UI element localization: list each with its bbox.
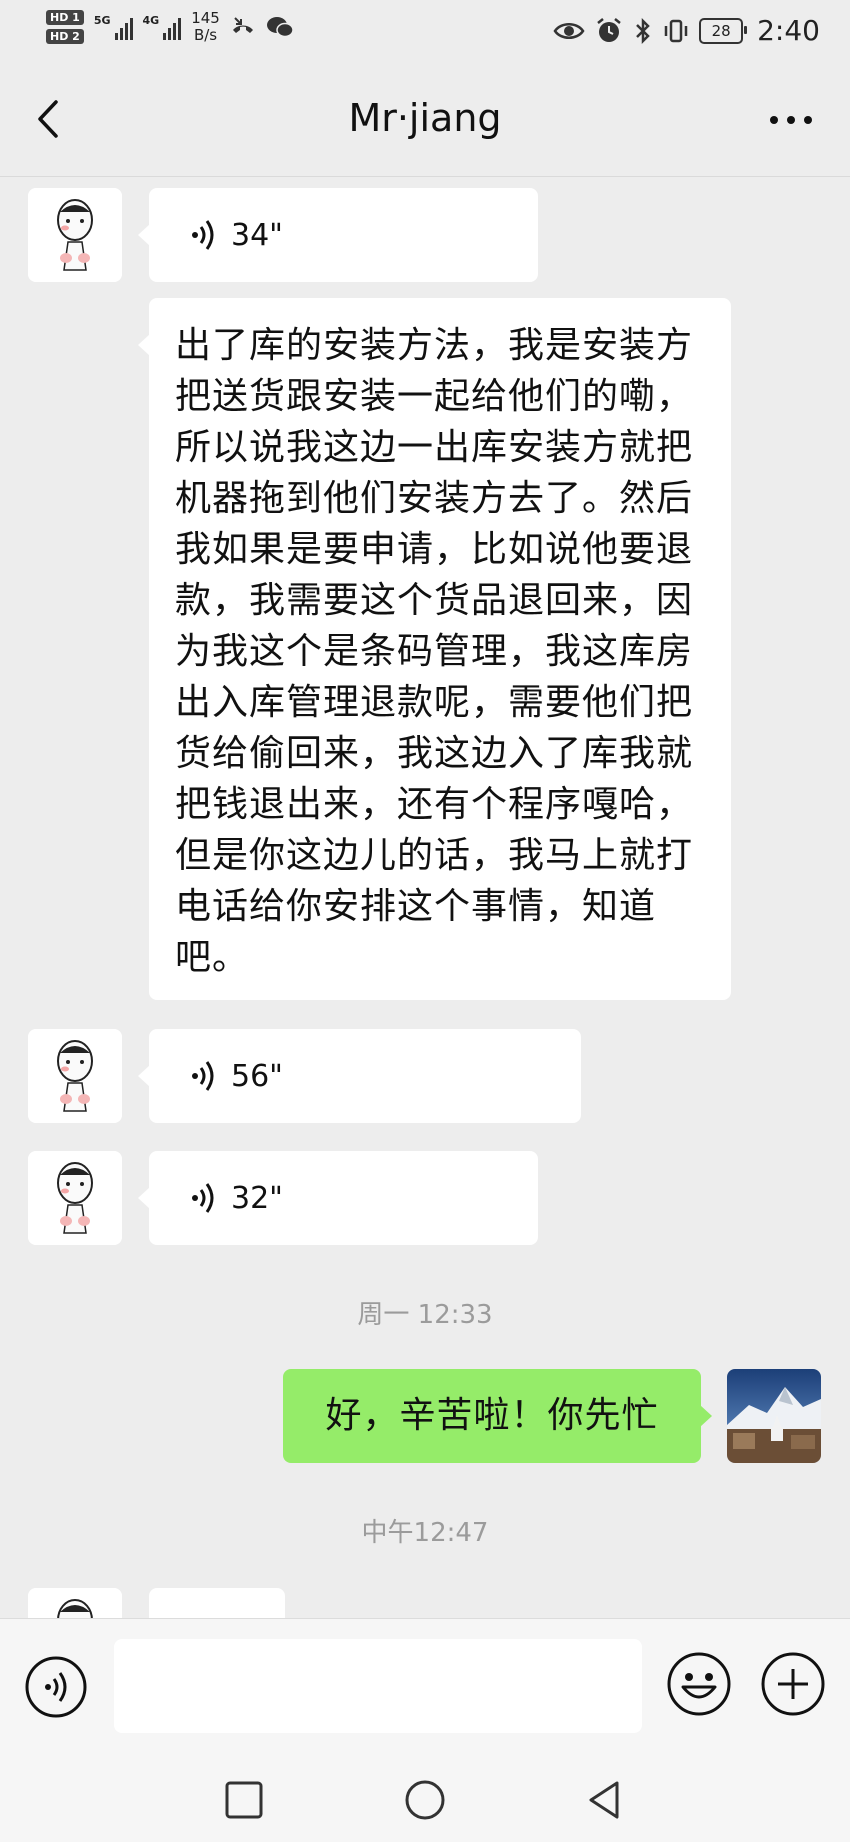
status-left: HD 1 HD 2 5G 4G 145 B/s [46, 10, 294, 44]
voice-wave-icon [192, 1061, 214, 1091]
missed-call-icon [232, 17, 253, 33]
chat-title: Mr·jiang [348, 96, 502, 140]
more-options-button[interactable] [766, 100, 816, 140]
voice-message-bubble[interactable]: 56" [138, 1029, 581, 1123]
message-timestamp: 周一 12:33 [357, 1300, 493, 1330]
input-bar [0, 1618, 850, 1759]
battery-level: 28 [711, 21, 731, 40]
voice-duration: 32" [231, 1180, 283, 1216]
status-right: 28 2:40 [553, 14, 820, 47]
outgoing-message-bubble[interactable]: 好，辛苦啦！你先忙 [283, 1369, 712, 1463]
speed-value: 145 [191, 9, 220, 27]
recents-button[interactable] [222, 1778, 266, 1822]
bluetooth-icon [636, 17, 650, 44]
voice-wave-icon [192, 220, 214, 250]
voice-duration: 56" [231, 1058, 283, 1094]
text-message-bubble[interactable]: 出了库的安装方法，我是安装方把送货跟安装一起给他们的嘞，所以说我这边一出库安装方… [138, 298, 731, 1000]
emoji-button[interactable] [666, 1651, 732, 1717]
battery-indicator: 28 [699, 17, 748, 44]
network-speed: 145 B/s [191, 10, 220, 44]
voice-input-button[interactable] [24, 1655, 88, 1719]
avatar-cartoon-image [28, 1151, 122, 1245]
vibrate-icon [664, 19, 688, 42]
voice-wave-icon [192, 1183, 214, 1213]
message-timestamp: 中午12:47 [361, 1518, 489, 1548]
hd2-badge: HD 2 [46, 29, 84, 44]
avatar-cartoon-image [28, 188, 122, 282]
home-button[interactable] [403, 1778, 447, 1822]
status-bar: HD 1 HD 2 5G 4G 145 B/s 28 2:40 [0, 0, 850, 64]
status-time: 2:40 [757, 14, 820, 47]
wechat-notification-icon [266, 17, 294, 38]
contact-avatar[interactable] [28, 1029, 122, 1123]
voice-duration: 34" [231, 217, 283, 253]
sim1-label: 5G [93, 14, 111, 27]
alarm-icon [597, 17, 621, 42]
message-text: 好，辛苦啦！你先忙 [325, 1395, 659, 1436]
hd-indicators: HD 1 HD 2 [46, 10, 84, 44]
signal-sim1-icon: 5G [94, 14, 133, 40]
contact-avatar[interactable] [28, 1151, 122, 1245]
speed-unit: B/s [193, 26, 218, 44]
message-text: 出了库的安装方法，我是安装方把送货跟安装一起给他们的嘞，所以说我这边一出库安装方… [175, 325, 694, 978]
self-avatar[interactable] [727, 1369, 821, 1463]
voice-message-bubble[interactable]: 32" [138, 1151, 538, 1245]
voice-message-bubble[interactable]: 34" [138, 188, 538, 282]
message-input[interactable] [114, 1639, 642, 1733]
eye-comfort-icon [553, 22, 585, 39]
avatar-mountain-image [727, 1369, 821, 1463]
signal-sim2-icon: 4G [143, 14, 182, 40]
system-navigation-bar [0, 1758, 850, 1842]
avatar-cartoon-image [28, 1029, 122, 1123]
contact-avatar[interactable] [28, 188, 122, 282]
system-back-button[interactable] [583, 1778, 627, 1822]
hd1-badge: HD 1 [46, 10, 84, 25]
more-functions-button[interactable] [760, 1651, 826, 1717]
sim2-label: 4G [142, 14, 160, 27]
chat-header: Mr·jiang [0, 64, 850, 177]
chat-screen: HD 1 HD 2 5G 4G 145 B/s 28 2:40 Mr·jiang… [0, 0, 850, 1842]
